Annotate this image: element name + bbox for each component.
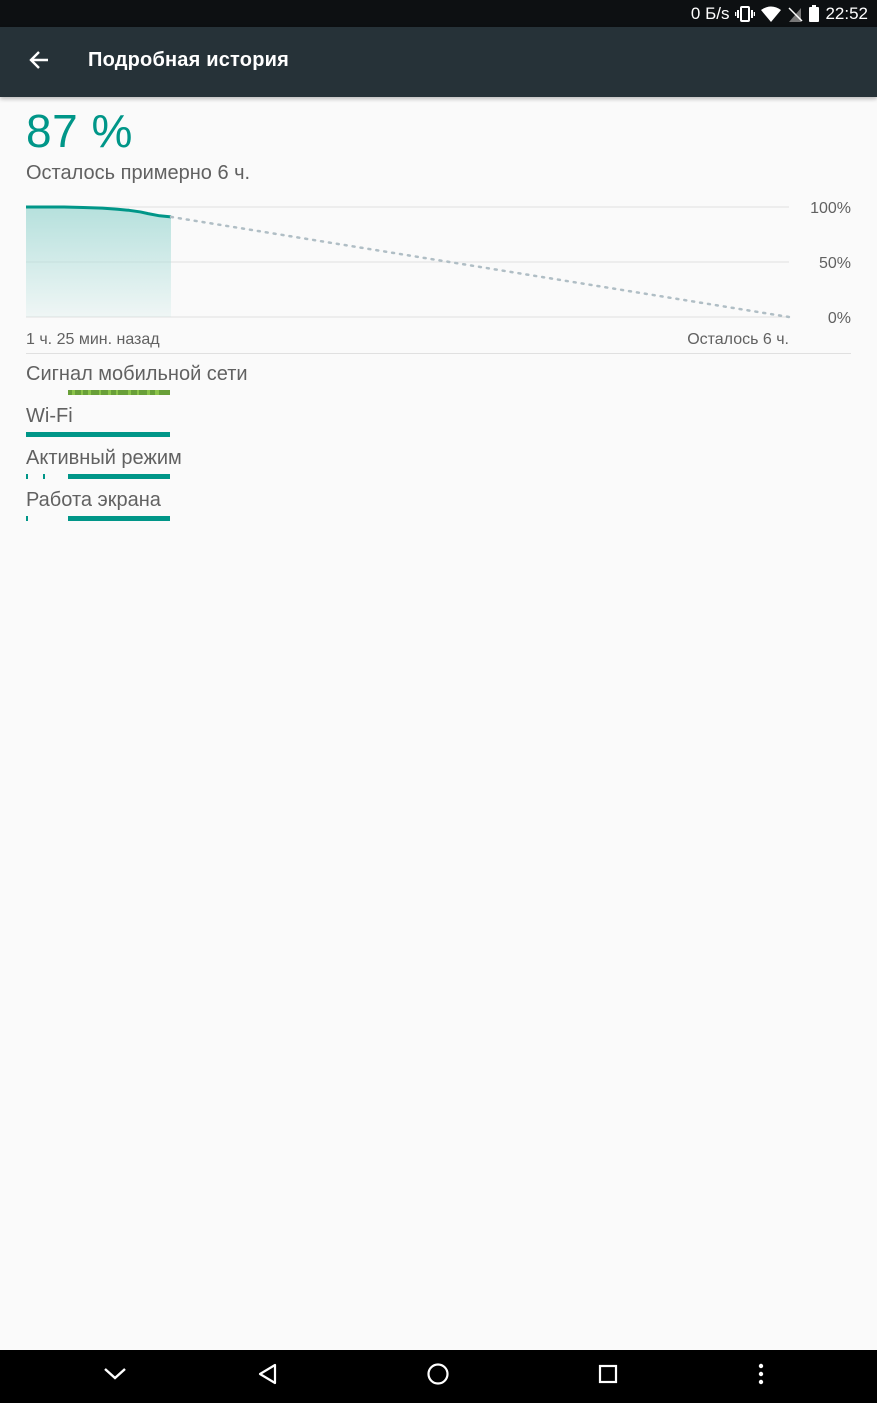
active-bar-segment bbox=[26, 474, 28, 479]
battery-history-chart: 100% 50% 0% bbox=[26, 200, 851, 327]
battery-area bbox=[26, 207, 171, 317]
active-bar-segment bbox=[43, 474, 45, 479]
battery-percent: 87 % bbox=[26, 105, 133, 157]
signal-bar-segment bbox=[118, 390, 128, 395]
screen-bar-segment bbox=[68, 516, 170, 521]
status-bar: 0 Б/s 22:52 bbox=[0, 0, 877, 27]
screen-bar bbox=[26, 516, 170, 521]
nav-menu-button[interactable] bbox=[731, 1350, 791, 1403]
signal-bar-segment bbox=[155, 390, 159, 395]
home-circle-icon bbox=[426, 1362, 450, 1391]
back-button[interactable] bbox=[20, 44, 58, 80]
app-bar: Подробная история bbox=[0, 27, 877, 97]
signal-bar-segment bbox=[147, 390, 150, 395]
net-speed: 0 Б/s bbox=[690, 3, 730, 23]
signal-bar-segment bbox=[81, 390, 83, 395]
signal-bar-segment bbox=[99, 390, 101, 395]
active-bar bbox=[26, 474, 170, 479]
row-label-wifi: Wi-Fi bbox=[26, 405, 73, 427]
chart-end-label: Осталось 6 ч. bbox=[687, 331, 789, 348]
signal-bar-segment bbox=[111, 390, 116, 395]
chevron-down-icon bbox=[103, 1367, 127, 1386]
nav-back-button[interactable] bbox=[238, 1350, 298, 1403]
wifi-icon bbox=[761, 6, 782, 22]
clock: 22:52 bbox=[825, 3, 868, 23]
signal-bar-segment bbox=[88, 390, 91, 395]
y-tick-label: 50% bbox=[819, 255, 851, 272]
signal-bar bbox=[68, 390, 170, 395]
projection-line bbox=[169, 215, 791, 319]
signal-bar-segment bbox=[116, 390, 118, 395]
hide-keyboard-button[interactable] bbox=[85, 1350, 145, 1403]
signal-bar-segment bbox=[91, 390, 99, 395]
divider bbox=[26, 353, 851, 354]
signal-bar-segment bbox=[83, 390, 88, 395]
wifi-bar-fill bbox=[26, 432, 170, 437]
no-sim-icon bbox=[787, 6, 803, 22]
chart-start-label: 1 ч. 25 мин. назад bbox=[26, 331, 160, 348]
page-title: Подробная история bbox=[88, 49, 289, 71]
back-triangle-icon bbox=[258, 1363, 278, 1390]
status-icons: 0 Б/s 22:52 bbox=[691, 0, 868, 27]
signal-bar-segment bbox=[68, 390, 72, 395]
arrow-back-icon bbox=[29, 50, 49, 74]
screen-bar-segment bbox=[26, 516, 28, 521]
active-bar-segment bbox=[68, 474, 170, 479]
nav-recents-button[interactable] bbox=[578, 1350, 638, 1403]
nav-home-button[interactable] bbox=[408, 1350, 468, 1403]
overflow-menu-icon bbox=[758, 1363, 764, 1390]
navigation-bar bbox=[0, 1350, 877, 1403]
row-label-signal: Сигнал мобильной сети bbox=[26, 363, 248, 385]
signal-bar-segment bbox=[139, 390, 147, 395]
signal-bar-segment bbox=[159, 390, 170, 395]
signal-bar-segment bbox=[101, 390, 108, 395]
row-label-active: Активный режим bbox=[26, 447, 182, 469]
signal-bar-segment bbox=[131, 390, 137, 395]
row-label-screen: Работа экрана bbox=[26, 489, 161, 511]
recents-square-icon bbox=[598, 1364, 618, 1389]
signal-bar-segment bbox=[108, 390, 111, 395]
battery-remaining: Осталось примерно 6 ч. bbox=[26, 162, 251, 184]
vibrate-icon bbox=[735, 5, 756, 22]
y-tick-label: 0% bbox=[828, 310, 851, 327]
signal-bar-segment bbox=[150, 390, 155, 395]
signal-bar-segment bbox=[75, 390, 81, 395]
wifi-bar bbox=[26, 432, 170, 437]
signal-bar-segment bbox=[128, 390, 131, 395]
signal-bar-segment bbox=[137, 390, 139, 395]
battery-icon bbox=[809, 5, 820, 22]
signal-bar-segment bbox=[72, 390, 75, 395]
y-tick-label: 100% bbox=[810, 200, 851, 217]
